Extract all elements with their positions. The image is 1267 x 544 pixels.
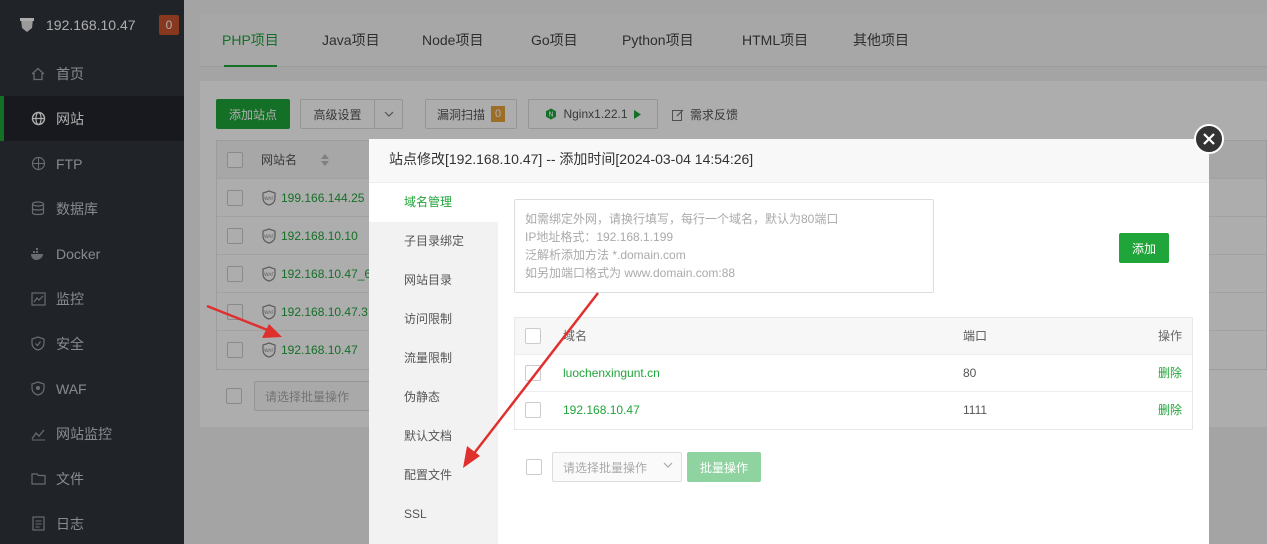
batch-select[interactable]: 请选择批量操作: [552, 452, 682, 482]
placeholder-line: 泛解析添加方法 *.domain.com: [525, 248, 686, 262]
close-icon: [1203, 133, 1215, 145]
menu-rewrite[interactable]: 伪静态: [369, 378, 498, 417]
port-value: 1111: [963, 403, 988, 417]
site-edit-modal: 站点修改[192.168.10.47] -- 添加时间[2024-03-04 1…: [369, 139, 1209, 544]
table-row: 192.168.10.47 1111 删除: [515, 392, 1192, 429]
table-row: luochenxingunt.cn 80 删除: [515, 355, 1192, 392]
column-port: 端口: [963, 329, 988, 343]
batch-operation-button[interactable]: 批量操作: [687, 452, 761, 482]
domain-table-header: 域名 端口 操作: [515, 318, 1192, 355]
add-domain-button[interactable]: 添加: [1119, 233, 1169, 263]
delete-button[interactable]: 删除: [1158, 355, 1182, 392]
placeholder-line: IP地址格式：192.168.1.199: [525, 230, 674, 244]
modal-title: 站点修改[192.168.10.47] -- 添加时间[2024-03-04 1…: [369, 139, 1209, 183]
delete-button[interactable]: 删除: [1158, 392, 1182, 429]
port-value: 80: [963, 366, 977, 380]
menu-ssl[interactable]: SSL: [369, 495, 498, 534]
batch-select-placeholder: 请选择批量操作: [563, 460, 648, 475]
menu-traffic-limit[interactable]: 流量限制: [369, 339, 498, 378]
domain-link[interactable]: luochenxingunt.cn: [563, 355, 660, 392]
menu-access-limit[interactable]: 访问限制: [369, 300, 498, 339]
row-checkbox[interactable]: [525, 365, 541, 381]
row-checkbox[interactable]: [525, 402, 541, 418]
menu-site-directory[interactable]: 网站目录: [369, 261, 498, 300]
placeholder-line: 如另加端口格式为 www.domain.com:88: [525, 266, 736, 280]
modal-menu: 域名管理 子目录绑定 网站目录 访问限制 流量限制 伪静态 默认文档 配置文件 …: [369, 183, 498, 544]
menu-domain-management[interactable]: 域名管理: [369, 183, 498, 222]
domain-textarea[interactable]: 如需绑定外网，请换行填写，每行一个域名，默认为80端口 IP地址格式：192.1…: [514, 199, 934, 293]
select-all-checkbox[interactable]: [525, 328, 541, 344]
placeholder-line: 如需绑定外网，请换行填写，每行一个域名，默认为80端口: [525, 212, 839, 226]
chevron-down-icon: [663, 462, 673, 468]
modal-close-button[interactable]: [1194, 124, 1224, 154]
domain-link[interactable]: 192.168.10.47: [563, 392, 640, 429]
menu-default-document[interactable]: 默认文档: [369, 417, 498, 456]
menu-config-file[interactable]: 配置文件: [369, 456, 498, 495]
column-domain: 域名: [563, 329, 588, 343]
column-operation: 操作: [1157, 329, 1182, 343]
batch-select-all-checkbox[interactable]: [526, 459, 542, 475]
domain-table: 域名 端口 操作 luochenxingunt.cn 80 删除 192.168…: [514, 317, 1193, 430]
menu-subdirectory-binding[interactable]: 子目录绑定: [369, 222, 498, 261]
